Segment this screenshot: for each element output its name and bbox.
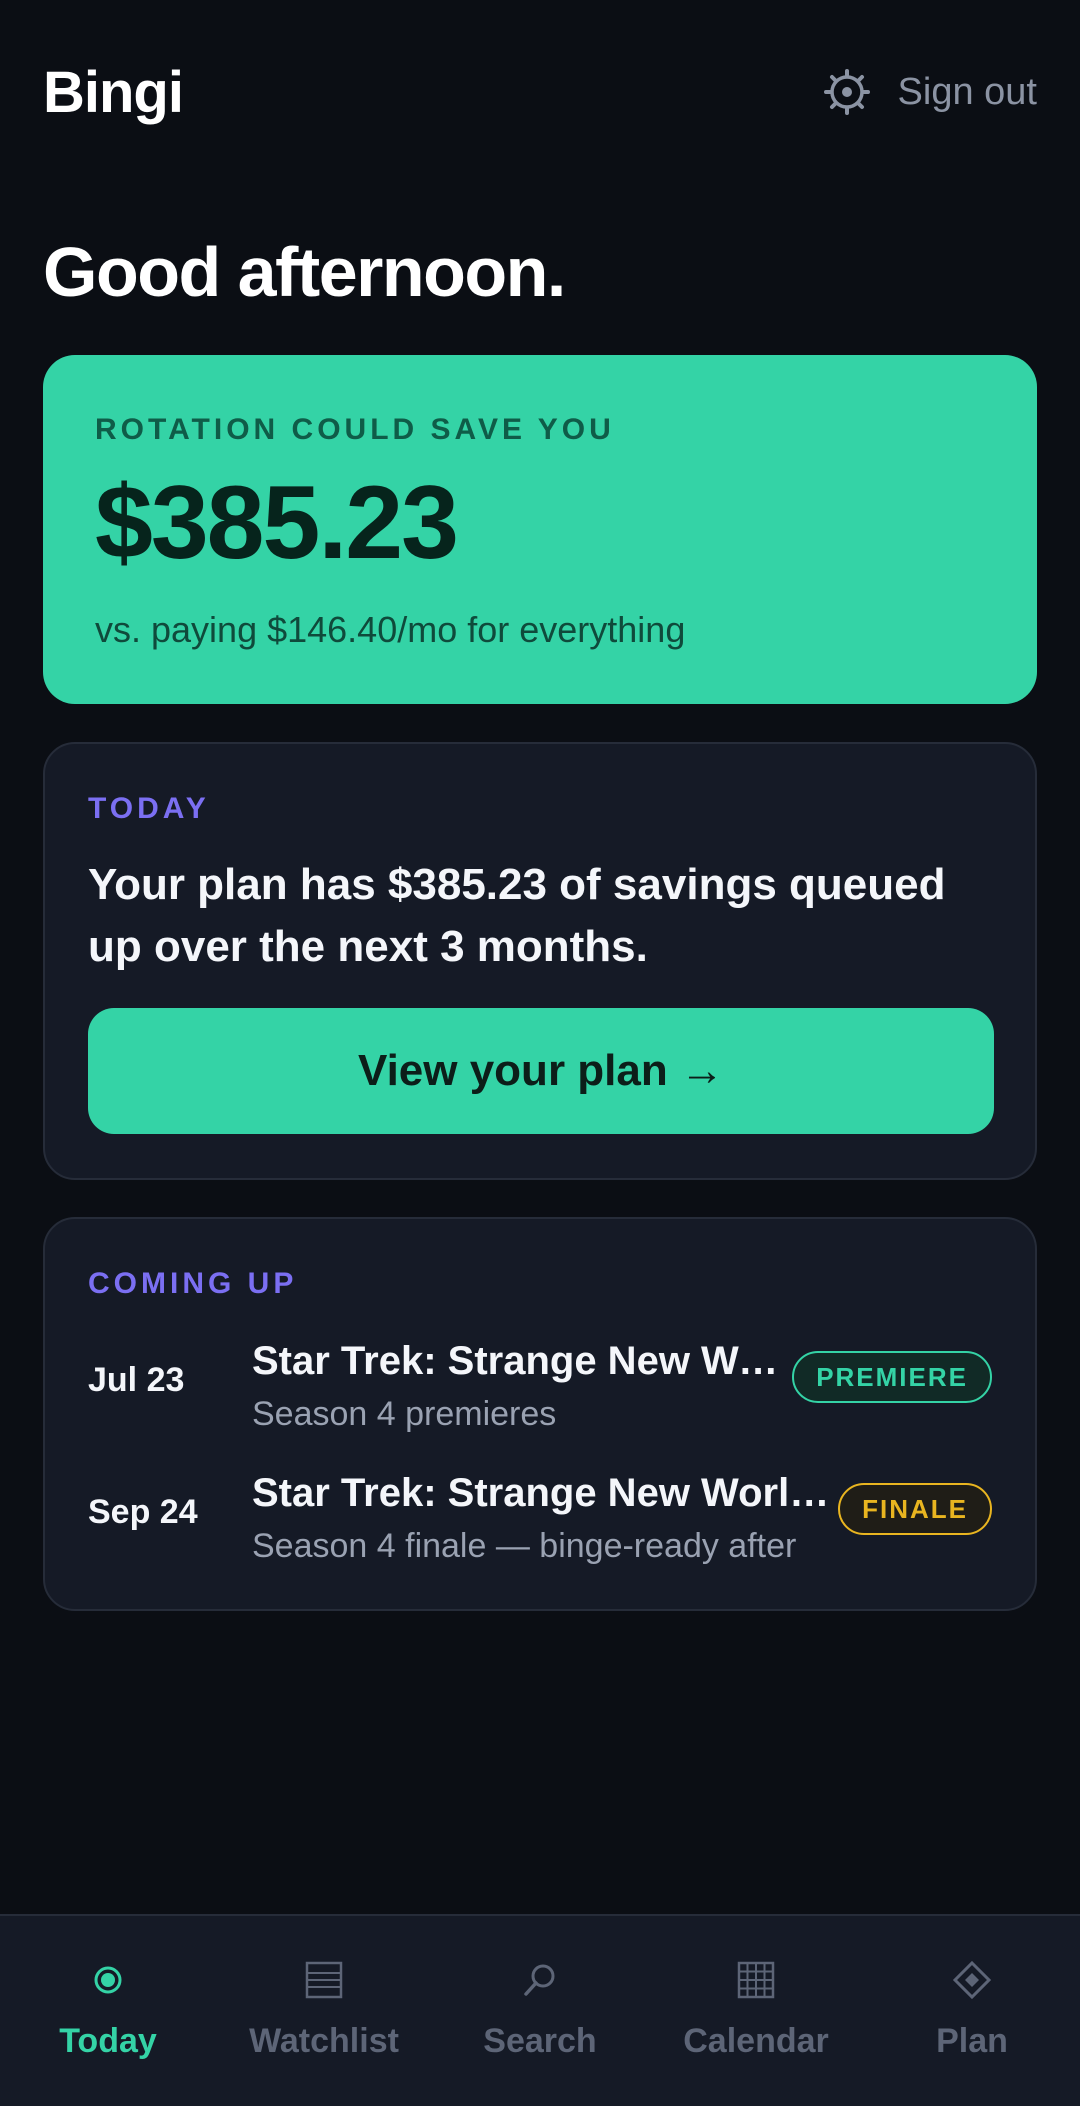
event-date: Jul 23 (88, 1361, 185, 1399)
premiere-badge: PREMIERE (792, 1351, 992, 1403)
header-actions: Sign out (823, 69, 1037, 115)
tab-calendar[interactable]: Calendar (648, 1916, 864, 2106)
list-icon (305, 1961, 343, 1999)
tab-today[interactable]: Today (0, 1916, 216, 2106)
event-subtitle: Season 4 premieres (252, 1395, 557, 1433)
event-row[interactable]: Sep 24 Star Trek: Strange New Worlds Sea… (88, 1471, 992, 1571)
savings-summary-card: ROTATION COULD SAVE YOU $385.23 vs. payi… (43, 355, 1037, 704)
coming-up-card: COMING UP Jul 23 Star Trek: Strange New … (43, 1217, 1037, 1611)
tab-label: Today (59, 2022, 157, 2060)
today-message: Your plan has $385.23 of savings queued … (88, 860, 946, 971)
tab-label: Plan (936, 2022, 1008, 2060)
event-row[interactable]: Jul 23 Star Trek: Strange New Worlds Sea… (88, 1339, 992, 1439)
today-kicker: TODAY (88, 792, 210, 825)
savings-comparison: vs. paying $146.40/mo for everything (95, 609, 686, 650)
event-date: Sep 24 (88, 1493, 198, 1531)
tab-search[interactable]: Search (432, 1916, 648, 2106)
event-title: Star Trek: Strange New Worlds (252, 1471, 832, 1515)
view-plan-button[interactable]: View your plan → (88, 1008, 994, 1134)
tab-watchlist[interactable]: Watchlist (216, 1916, 432, 2106)
tab-plan[interactable]: Plan (864, 1916, 1080, 2106)
calendar-grid-icon (737, 1961, 775, 1999)
app-header: Bingi Sign out (43, 52, 1037, 132)
finale-badge: FINALE (838, 1483, 992, 1535)
coming-up-kicker: COMING UP (88, 1267, 298, 1300)
bottom-tab-bar: Today Watchlist Search Calendar Plan (0, 1914, 1080, 2106)
search-icon (524, 1964, 555, 1996)
event-title: Star Trek: Strange New Worlds (252, 1339, 784, 1383)
event-subtitle: Season 4 finale — binge-ready after (252, 1527, 797, 1565)
today-card: TODAY Your plan has $385.23 of savings q… (43, 742, 1037, 1180)
radio-dot-icon (94, 1966, 122, 1994)
diamond-icon (952, 1960, 992, 2000)
sign-out-link[interactable]: Sign out (898, 71, 1037, 114)
savings-kicker: ROTATION COULD SAVE YOU (95, 413, 615, 446)
app-brand: Bingi (43, 59, 184, 125)
savings-amount: $385.23 (95, 465, 459, 581)
tab-label: Calendar (683, 2022, 829, 2060)
tab-label: Search (483, 2022, 597, 2060)
settings-gear-icon[interactable] (823, 69, 870, 115)
greeting-heading: Good afternoon. (43, 233, 566, 311)
tab-label: Watchlist (249, 2022, 399, 2060)
